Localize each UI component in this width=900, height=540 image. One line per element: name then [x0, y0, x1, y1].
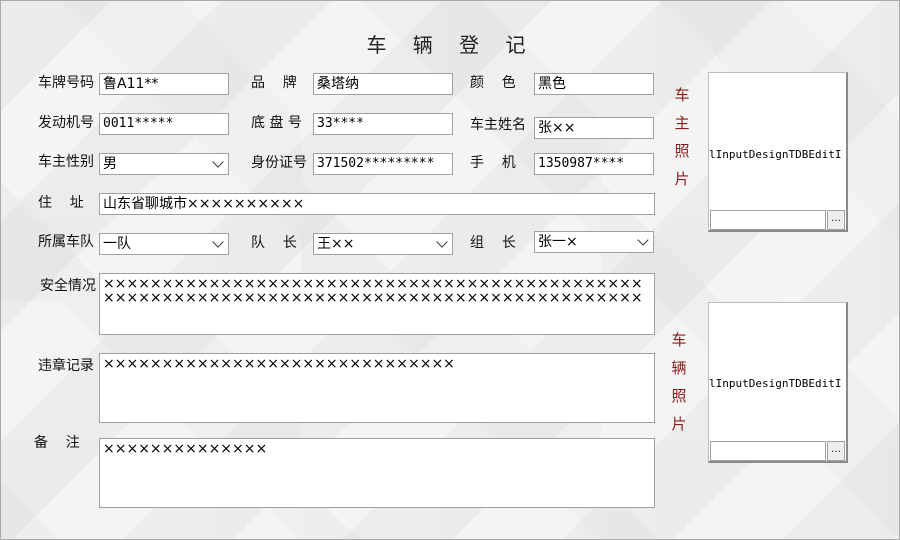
phone-label: 手 机: [470, 155, 516, 171]
engine-field[interactable]: 0011*****: [99, 113, 229, 135]
chassis-field[interactable]: 33****: [313, 113, 453, 135]
chevron-down-icon: [212, 236, 224, 248]
owner-name-label: 车主姓名: [470, 117, 526, 133]
color-field[interactable]: 黑色: [534, 73, 654, 95]
captain-label: 队 长: [251, 235, 297, 251]
violations-textarea[interactable]: ××××××××××××××××××××××××××××××: [99, 353, 655, 423]
chassis-label: 底 盘 号: [251, 115, 302, 131]
color-label: 颜 色: [470, 75, 516, 91]
plate-field[interactable]: 鲁A11**: [99, 73, 229, 95]
owner-photo-control-text: lInputDesignTDBEditI: [709, 148, 842, 161]
page-title: 车 辆 登 记: [366, 33, 536, 57]
vehicle-photo-browse-button[interactable]: …: [827, 441, 845, 461]
team-value: 一队: [103, 236, 131, 252]
vehicle-registration-form: 车 辆 登 记 车牌号码 鲁A11** 品 牌 桑塔纳 颜 色 黑色 发动机号 …: [0, 0, 900, 540]
safety-textarea[interactable]: ××××××××××××××××××××××××××××××××××××××××…: [99, 273, 655, 335]
chevron-down-icon: [436, 236, 448, 248]
address-field[interactable]: 山东省聊城市××××××××××: [99, 193, 655, 215]
owner-gender-value: 男: [103, 156, 117, 172]
remarks-label: 备 注: [34, 435, 80, 451]
owner-photo-panel[interactable]: lInputDesignTDBEditI …: [708, 72, 848, 232]
address-label: 住 址: [38, 195, 84, 211]
owner-name-field[interactable]: 张××: [534, 117, 654, 139]
plate-label: 车牌号码: [38, 75, 94, 91]
group-leader-label: 组 长: [470, 235, 516, 251]
captain-value: 王××: [317, 236, 355, 252]
owner-photo-path-input[interactable]: [710, 210, 826, 230]
chevron-down-icon: [212, 156, 224, 168]
vehicle-photo-control-text: lInputDesignTDBEditI: [709, 377, 842, 390]
team-select[interactable]: 一队: [99, 233, 229, 255]
phone-field[interactable]: 1350987****: [534, 153, 654, 175]
vehicle-photo-label: 车辆照片: [671, 331, 687, 433]
chevron-down-icon: [637, 234, 649, 246]
owner-gender-label: 车主性别: [38, 154, 94, 170]
owner-gender-select[interactable]: 男: [99, 153, 229, 175]
brand-field[interactable]: 桑塔纳: [313, 73, 453, 95]
brand-label: 品 牌: [251, 75, 297, 91]
group-leader-select[interactable]: 张一×: [534, 231, 654, 253]
vehicle-photo-path-input[interactable]: [710, 441, 826, 461]
owner-photo-label: 车主照片: [674, 86, 690, 188]
owner-photo-browse-button[interactable]: …: [827, 210, 845, 230]
id-number-label: 身份证号: [251, 155, 307, 171]
group-leader-value: 张一×: [538, 234, 578, 250]
captain-select[interactable]: 王××: [313, 233, 453, 255]
team-label: 所属车队: [38, 234, 94, 250]
engine-label: 发动机号: [38, 115, 94, 131]
vehicle-photo-panel[interactable]: lInputDesignTDBEditI …: [708, 302, 848, 463]
remarks-textarea[interactable]: ××××××××××××××: [99, 438, 655, 508]
violations-label: 违章记录: [38, 358, 94, 374]
id-number-field[interactable]: 371502*********: [313, 153, 453, 175]
safety-label: 安全情况: [40, 278, 96, 294]
